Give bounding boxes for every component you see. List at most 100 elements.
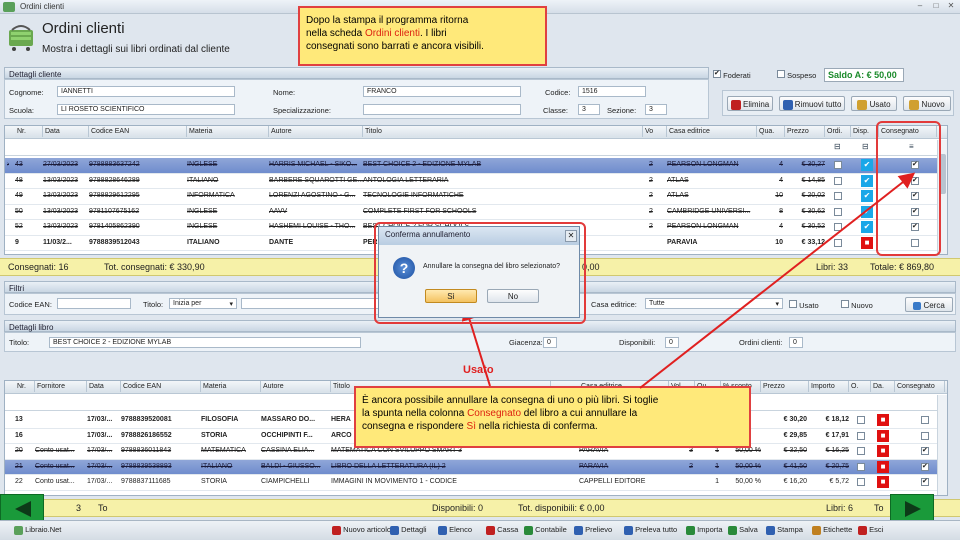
ucol-da[interactable]: Da.: [871, 381, 895, 392]
ucol-materia[interactable]: Materia: [201, 381, 261, 392]
ordinato-checkbox[interactable]: [857, 447, 865, 455]
giacenza-field[interactable]: 0: [543, 337, 557, 348]
col-titolo[interactable]: Titolo: [363, 126, 643, 137]
toolbar-cassa-button[interactable]: Cassa: [486, 525, 518, 535]
col-materia[interactable]: Materia: [187, 126, 269, 137]
cerca-button[interactable]: Cerca: [905, 297, 953, 312]
cognome-field[interactable]: IANNETTI: [57, 86, 235, 97]
ucol-importo[interactable]: Importo: [809, 381, 849, 392]
consegnato-checkbox[interactable]: [921, 446, 929, 455]
disponibili-field[interactable]: 0: [665, 337, 679, 348]
callout-bottom-highlight: Consegnato: [467, 408, 522, 419]
col-ean[interactable]: Codice EAN: [89, 126, 187, 137]
ordinato-checkbox[interactable]: [834, 176, 842, 185]
toolbar-stampa-button[interactable]: Stampa: [766, 525, 803, 535]
toolbar-esci-button[interactable]: Esci: [858, 525, 883, 535]
toolbar-nuovo-articolo-button[interactable]: Nuovo articolo: [332, 525, 391, 535]
col-prezzo[interactable]: Prezzo: [785, 126, 825, 137]
ucol-fornitore[interactable]: Fornitore: [35, 381, 87, 392]
consegnato-checkbox[interactable]: [921, 477, 929, 486]
specializzazione-field[interactable]: [363, 104, 521, 115]
cart-icon: [6, 20, 36, 52]
titolo-mode-select[interactable]: Inizia per ▾: [169, 298, 237, 309]
table-row[interactable]: 21 Conto usat... 17/03/... 9788839538893 ITA…: [5, 459, 937, 475]
toolbar-dettagli-button[interactable]: Dettagli: [390, 525, 427, 535]
table-row[interactable]: 22 Conto usat... 17/03/... 9788837111685 STO…: [5, 475, 937, 491]
casa-select[interactable]: Tutte ▾: [645, 298, 783, 309]
table-cell: ANTOLOGIA LETTERARIA: [363, 176, 449, 184]
toolbar-contabile-button[interactable]: Contabile: [524, 525, 567, 535]
toolbar-importa-button[interactable]: Importa: [686, 525, 723, 535]
close-icon[interactable]: ✕: [945, 1, 957, 12]
table-cell: INGLESE: [187, 223, 218, 230]
col-autore[interactable]: Autore: [269, 126, 363, 137]
col-vol[interactable]: Vo: [643, 126, 667, 137]
ordinato-checkbox[interactable]: [857, 478, 865, 486]
table-cell: € 20,02: [801, 192, 825, 199]
toolbar-prelievo-button[interactable]: Prelievo: [574, 525, 612, 535]
usato-filter-checkbox[interactable]: Usato: [789, 300, 819, 310]
sezione-field[interactable]: 3: [645, 104, 667, 115]
table-row[interactable]: › 43 27/03/2023 9788883637242 INGLESE HARRIS …: [5, 158, 937, 174]
titolo-input[interactable]: [241, 298, 381, 309]
elimina-button[interactable]: Elimina: [727, 96, 773, 111]
consegnato-checkbox[interactable]: [921, 431, 929, 440]
ordinato-checkbox[interactable]: [834, 238, 842, 247]
codice-ean-input[interactable]: [57, 298, 131, 309]
table-cell: 13/03/2023: [43, 223, 79, 230]
col-qua[interactable]: Qua.: [757, 126, 785, 137]
sospeso-checkbox[interactable]: Sospeso: [777, 70, 816, 80]
foderati-checkbox[interactable]: Foderati: [713, 69, 751, 80]
nuovo-button[interactable]: Nuovo: [903, 96, 951, 111]
ordinato-checkbox[interactable]: [857, 431, 865, 440]
table-row[interactable]: 50 13/03/2023 9781107675162 INGLESE AAVV COMP…: [5, 205, 937, 220]
table-cell: 9781405862390: [89, 223, 140, 230]
used-book-icon: [857, 100, 868, 110]
ucol-consegnato[interactable]: Consegnato: [895, 381, 945, 392]
col-disp[interactable]: Disp.: [851, 126, 879, 137]
filter-icon[interactable]: ⊟: [834, 142, 841, 151]
ucol-nr[interactable]: Nr.: [15, 381, 35, 392]
nuovo-filter-checkbox[interactable]: Nuovo: [841, 300, 873, 310]
usato-button[interactable]: Usato: [851, 96, 897, 111]
ordinato-checkbox[interactable]: [857, 462, 865, 471]
ordinato-checkbox[interactable]: [834, 207, 842, 216]
col-ordi[interactable]: Ordi.: [825, 126, 851, 137]
minimize-icon[interactable]: –: [914, 1, 926, 12]
next-page-button[interactable]: [890, 494, 934, 522]
libro-titolo-field[interactable]: BEST CHOICE 2 - EDIZIONE MYLAB: [49, 337, 361, 348]
ucol-prezzo[interactable]: Prezzo: [761, 381, 809, 392]
toolbar-preleva-tutto-button[interactable]: Preleva tutto: [624, 525, 677, 535]
nome-field[interactable]: FRANCO: [363, 86, 521, 97]
consegnato-checkbox[interactable]: [921, 462, 929, 471]
codice-field[interactable]: 1516: [578, 86, 646, 97]
ordinato-checkbox[interactable]: [834, 192, 842, 200]
rimuovi-tutto-button[interactable]: Rimuovi tutto: [779, 96, 845, 111]
ordini-field[interactable]: 0: [789, 337, 803, 348]
maximize-icon[interactable]: □: [930, 1, 942, 12]
table-cell: 16: [15, 431, 23, 439]
classe-field[interactable]: 3: [578, 104, 600, 115]
table-row[interactable]: 49 13/03/2023 9788829612295 INFORMATICA LORE…: [5, 189, 937, 205]
col-nr[interactable]: Nr.: [15, 126, 43, 137]
toolbar-etichette-button[interactable]: Etichette: [812, 525, 852, 535]
ucol-autore[interactable]: Autore: [261, 381, 331, 392]
ucol-data[interactable]: Data: [87, 381, 121, 392]
scuola-field[interactable]: LI ROSETO SCIENTIFICO: [57, 104, 235, 115]
ordinato-checkbox[interactable]: [857, 416, 865, 424]
ucol-ean[interactable]: Codice EAN: [121, 381, 201, 392]
toolbar-salva-button[interactable]: Salva: [728, 525, 758, 535]
nuovo-articolo-icon: [332, 525, 341, 535]
table-row[interactable]: 48 13/03/2023 9788828646289 ITALIANO BARBERE…: [5, 174, 937, 189]
filter-icon[interactable]: ⊟: [862, 142, 869, 151]
usato-scrollbar[interactable]: [937, 395, 947, 495]
consegnato-checkbox[interactable]: [921, 416, 929, 424]
prev-page-button[interactable]: [0, 494, 44, 522]
toolbar-elenco-button[interactable]: Elenco: [438, 525, 472, 535]
ordinato-checkbox[interactable]: [834, 223, 842, 231]
col-casa[interactable]: Casa editrice: [667, 126, 757, 137]
ucol-o[interactable]: O.: [849, 381, 871, 392]
col-data[interactable]: Data: [43, 126, 89, 137]
disponibile-indicator: ■: [861, 236, 873, 249]
ordinato-checkbox[interactable]: [834, 161, 842, 169]
